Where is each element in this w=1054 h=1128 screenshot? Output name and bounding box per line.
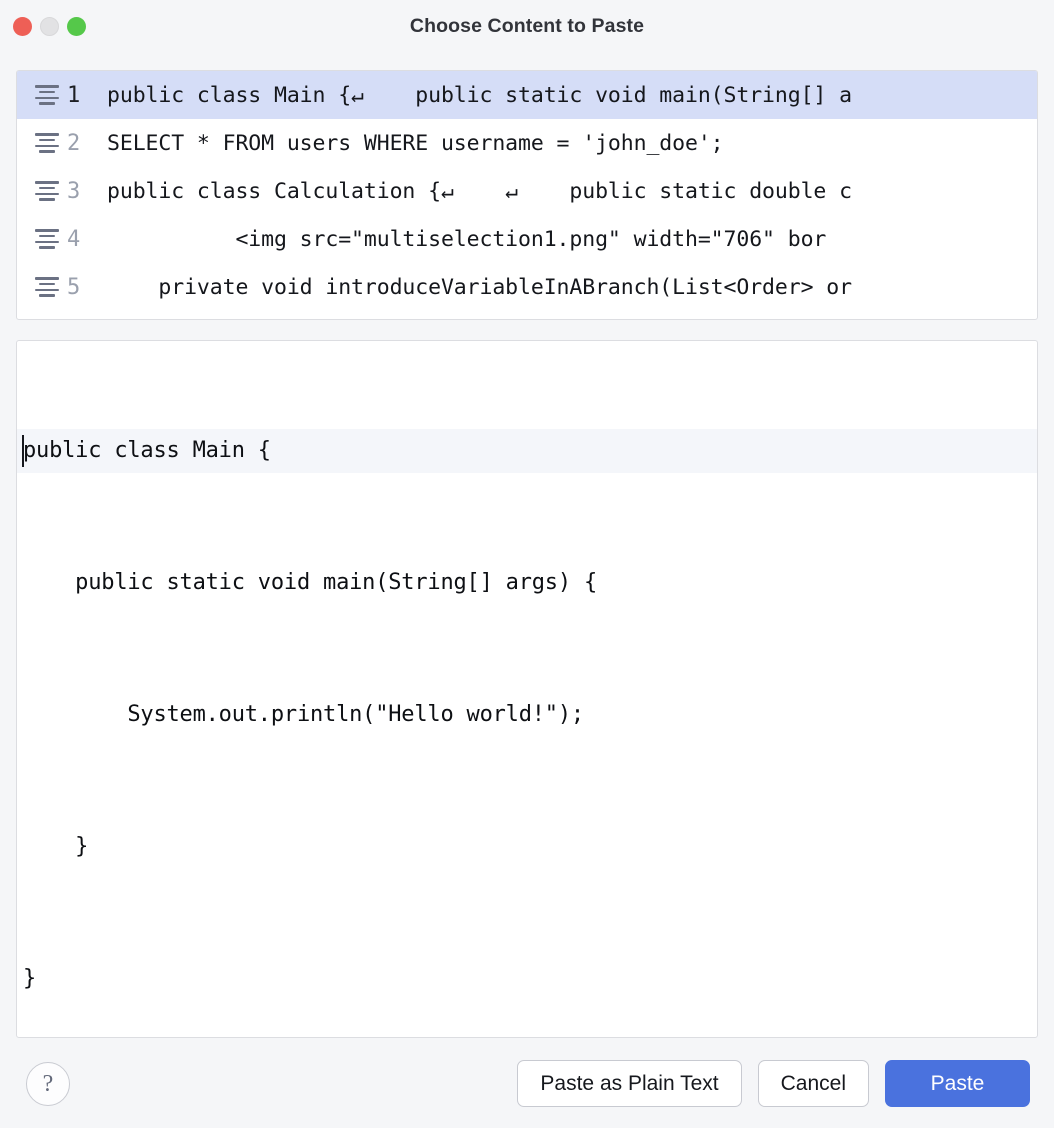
text-lines-icon: [35, 82, 61, 108]
list-item[interactable]: 4 <img src="multiselection1.png" width="…: [17, 215, 1037, 263]
list-item-text: <img src="multiselection1.png" width="70…: [107, 226, 827, 252]
list-item-number: 2: [67, 130, 81, 156]
dialog-button-row: Paste as Plain Text Cancel Paste: [517, 1060, 1030, 1107]
paste-button[interactable]: Paste: [885, 1060, 1030, 1107]
list-item-text: private void introduceVariableInABranch(…: [107, 274, 852, 300]
text-lines-icon: [35, 274, 61, 300]
minimize-button[interactable]: [40, 17, 59, 36]
preview-code: public class Main { public static void m…: [17, 341, 1037, 1037]
help-icon[interactable]: ?: [26, 1062, 70, 1106]
window-title: Choose Content to Paste: [409, 14, 645, 37]
paste-as-plain-text-button[interactable]: Paste as Plain Text: [517, 1060, 742, 1107]
list-item-text: SELECT * FROM users WHERE username = 'jo…: [107, 130, 724, 156]
clipboard-list-panel[interactable]: 1 public class Main {↵ public static voi…: [16, 70, 1038, 320]
list-item[interactable]: 3 public class Calculation {↵ ↵ public s…: [17, 167, 1037, 215]
list-item[interactable]: 5 private void introduceVariableInABranc…: [17, 263, 1037, 311]
text-lines-icon: [35, 226, 61, 252]
list-item-text: public class Main {↵ public static void …: [107, 82, 852, 108]
list-item-number: 1: [67, 82, 81, 108]
list-item-number: 3: [67, 178, 81, 204]
window-titlebar: Choose Content to Paste: [0, 0, 1054, 52]
preview-code-line: }: [23, 834, 89, 859]
text-lines-icon: [35, 178, 61, 204]
list-item-text: public class Calculation {↵ ↵ public sta…: [107, 178, 852, 204]
preview-code-line: public class Main {: [17, 429, 1037, 473]
traffic-light-group: [13, 17, 86, 36]
preview-code-line: System.out.println("Hello world!");: [23, 702, 584, 727]
zoom-button[interactable]: [67, 17, 86, 36]
close-button[interactable]: [13, 17, 32, 36]
list-item[interactable]: 2 SELECT * FROM users WHERE username = '…: [17, 119, 1037, 167]
list-item-number: 5: [67, 274, 81, 300]
preview-code-line: public static void main(String[] args) {: [23, 570, 597, 595]
list-item-number: 4: [67, 226, 81, 252]
cancel-button[interactable]: Cancel: [757, 1060, 869, 1107]
preview-code-line: }: [23, 966, 37, 991]
text-lines-icon: [35, 130, 61, 156]
list-item[interactable]: 1 public class Main {↵ public static voi…: [17, 71, 1037, 119]
content-preview-panel[interactable]: public class Main { public static void m…: [16, 340, 1038, 1038]
dialog-footer: ? Paste as Plain Text Cancel Paste: [0, 1038, 1054, 1128]
